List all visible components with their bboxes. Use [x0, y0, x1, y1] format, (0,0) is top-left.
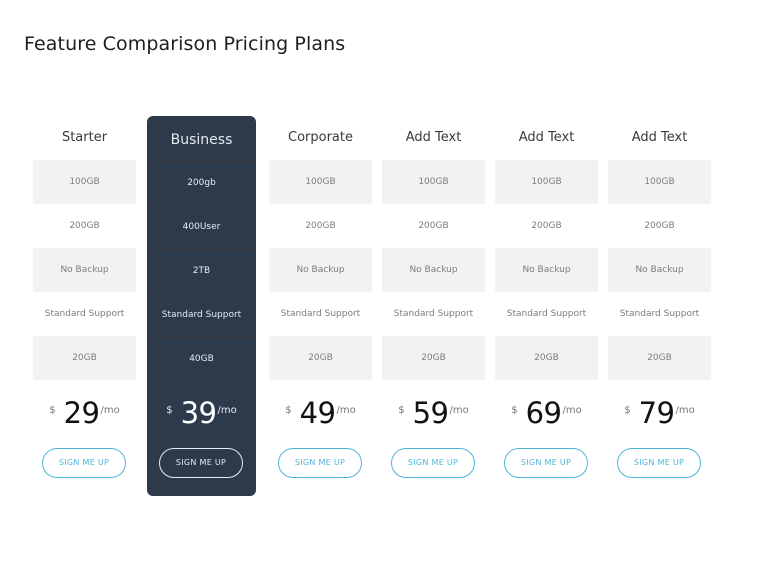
plan-name: Add Text — [518, 130, 575, 145]
feature-cell: No Backup — [269, 248, 372, 292]
feature-cell: Standard Support — [393, 309, 474, 319]
currency-symbol: $ — [624, 405, 631, 416]
feature-cell: 200gb — [147, 160, 256, 204]
plan-name: Add Text — [405, 130, 462, 145]
price: $79/mo — [608, 396, 711, 436]
feature-cell: 20GB — [269, 336, 372, 380]
price-amount: 79 — [638, 396, 675, 430]
feature-cell: 40GB — [147, 336, 256, 380]
feature-cell: 200GB — [644, 221, 675, 231]
currency-symbol: $ — [511, 405, 518, 416]
plan-column-1: Starter 100GB 200GB No Backup Standard Suppo… — [33, 116, 136, 496]
sign-up-button[interactable]: SIGN ME UP — [278, 448, 362, 478]
feature-cell: 100GB — [382, 160, 485, 204]
plan-column-2: Business 200gb 400User 2TB Standard Support 4… — [147, 116, 256, 496]
price-amount: 59 — [412, 396, 449, 430]
price: $49/mo — [269, 396, 372, 436]
currency-symbol: $ — [49, 405, 56, 416]
feature-cell: 200GB — [418, 221, 449, 231]
plan-column-5: Add Text 100GB 200GB No Backup Standard Supp… — [495, 116, 598, 496]
feature-cell: Standard Support — [147, 292, 256, 336]
plan-column-6: Add Text 100GB 200GB No Backup Standard Supp… — [608, 116, 711, 496]
price-amount: 49 — [299, 396, 336, 430]
price-amount: 69 — [525, 396, 562, 430]
currency-symbol: $ — [398, 405, 405, 416]
plan-column-4: Add Text 100GB 200GB No Backup Standard Supp… — [382, 116, 485, 496]
feature-cell: 100GB — [33, 160, 136, 204]
feature-cell: No Backup — [495, 248, 598, 292]
feature-cell: 20GB — [495, 336, 598, 380]
sign-up-button[interactable]: SIGN ME UP — [391, 448, 475, 478]
sign-up-button[interactable]: SIGN ME UP — [617, 448, 701, 478]
currency-symbol: $ — [166, 405, 173, 416]
feature-cell: 200GB — [305, 221, 336, 231]
feature-cell: 200GB — [531, 221, 562, 231]
price-period: /mo — [562, 405, 582, 416]
price: $29/mo — [33, 396, 136, 436]
price-period: /mo — [100, 405, 120, 416]
feature-cell: Standard Support — [619, 309, 700, 319]
price-amount: 29 — [63, 396, 100, 430]
feature-cell: No Backup — [382, 248, 485, 292]
price-period: /mo — [449, 405, 469, 416]
feature-cell: Standard Support — [44, 309, 125, 319]
feature-cell: 20GB — [608, 336, 711, 380]
feature-cell: 20GB — [33, 336, 136, 380]
feature-cell: No Backup — [33, 248, 136, 292]
plan-name: Add Text — [631, 130, 688, 145]
price-period: /mo — [217, 405, 237, 416]
currency-symbol: $ — [285, 405, 292, 416]
plan-column-3: Corporate 100GB 200GB No Backup Standard Sup… — [269, 116, 372, 496]
plan-name: Corporate — [288, 130, 353, 145]
feature-cell: 100GB — [269, 160, 372, 204]
price-amount: 39 — [180, 396, 217, 430]
sign-up-button[interactable]: SIGN ME UP — [159, 448, 243, 478]
price: $59/mo — [382, 396, 485, 436]
feature-cell: Standard Support — [506, 309, 587, 319]
feature-cell: 100GB — [608, 160, 711, 204]
feature-cell: 200GB — [69, 221, 100, 231]
sign-up-button[interactable]: SIGN ME UP — [42, 448, 126, 478]
feature-cell: Standard Support — [280, 309, 361, 319]
price-period: /mo — [675, 405, 695, 416]
plan-name: Business — [170, 132, 233, 148]
sign-up-button[interactable]: SIGN ME UP — [504, 448, 588, 478]
price: $69/mo — [495, 396, 598, 436]
feature-cell: 100GB — [495, 160, 598, 204]
feature-cell: No Backup — [608, 248, 711, 292]
price-period: /mo — [336, 405, 356, 416]
plan-name: Starter — [61, 130, 108, 145]
price: $39/mo — [147, 396, 256, 436]
feature-cell: 400User — [147, 204, 256, 248]
feature-cell: 2TB — [147, 248, 256, 292]
page-title: Feature Comparison Pricing Plans — [24, 32, 346, 55]
feature-cell: 20GB — [382, 336, 485, 380]
